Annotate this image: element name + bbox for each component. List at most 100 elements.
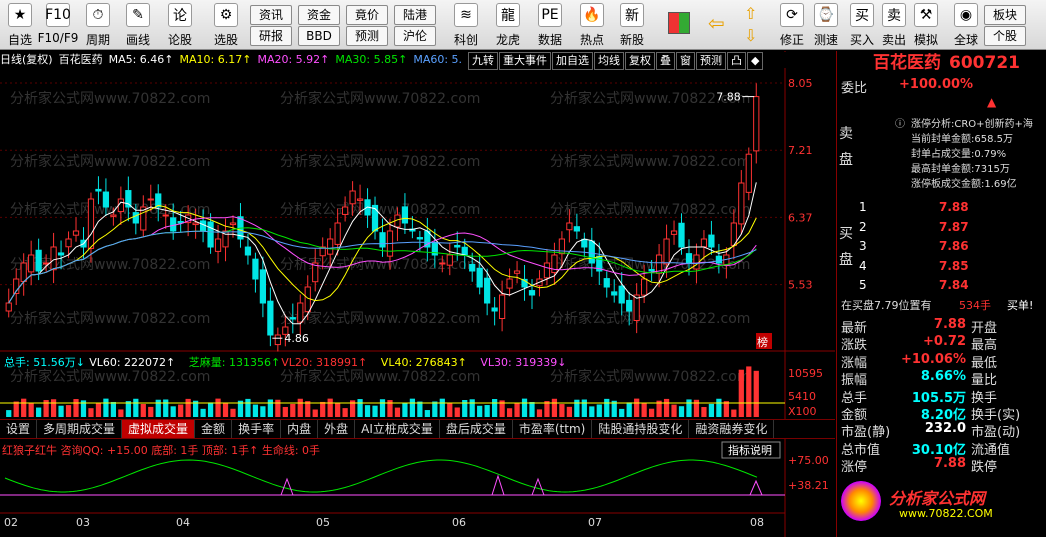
chart-tool-button-3[interactable]: 均线 <box>594 52 624 70</box>
bid-price[interactable]: 7.84 <box>939 278 969 292</box>
volume-bar <box>327 398 333 417</box>
chart-tool-button-1[interactable]: 重大事件 <box>499 52 551 70</box>
zt-analysis-line-3: 最高封单金额:7315万 <box>911 164 1010 175</box>
volume-bar <box>357 399 363 417</box>
price-axis-label: 7.21 <box>788 144 813 157</box>
chart-tool-button-5[interactable]: 叠 <box>656 52 675 70</box>
toolbar-small-button-9[interactable]: 个股 <box>984 26 1026 46</box>
bid-price[interactable]: 7.88 <box>939 200 969 214</box>
volume-bar <box>222 402 229 417</box>
indicator-tab-4[interactable]: 换手率 <box>232 420 282 438</box>
bid-price[interactable]: 7.85 <box>939 259 969 273</box>
candle-body <box>349 190 356 205</box>
bid-price[interactable]: 7.86 <box>939 239 969 253</box>
chart-tool-button-2[interactable]: 加自选 <box>552 52 593 70</box>
volume-bar <box>110 401 117 417</box>
candle-body <box>506 278 513 289</box>
candle-body <box>252 258 259 280</box>
toolbar-button-16[interactable]: ◉ 全球 <box>946 3 986 48</box>
toolbar-button-0[interactable]: ★ 自选 <box>0 3 40 48</box>
arrow-down-icon[interactable]: ⇩ <box>744 26 764 45</box>
toolbar-button-6[interactable]: ≋ 科创 <box>446 3 486 48</box>
stat-right-label: 换手(实) <box>971 408 1021 423</box>
indicator-tab-5[interactable]: 内盘 <box>281 420 319 438</box>
toolbar-button-3[interactable]: ✎ 画线 <box>118 3 158 48</box>
arrow-up-icon[interactable]: ⇧ <box>744 4 764 23</box>
volume-bar <box>305 401 311 417</box>
volume-bar <box>73 399 79 417</box>
queue-text: 在买盘7.79位置有 <box>841 299 932 312</box>
volume-bar <box>492 399 498 417</box>
chart-tool-button-4[interactable]: 复权 <box>625 52 655 70</box>
toolbar-button-10[interactable]: 新新股 <box>612 3 652 48</box>
chart-tool-button-0[interactable]: 九转 <box>468 52 498 70</box>
volume-bar <box>88 408 94 417</box>
ma-value-2: MA20: 5.92↑ <box>257 53 330 66</box>
toolbar-button-8[interactable]: PE 数据 <box>530 3 570 48</box>
toolbar-button-4[interactable]: 论论股 <box>160 3 200 48</box>
volume-bar <box>58 405 64 417</box>
vol-indicator-0: 总手: 51.56万↓ <box>4 355 85 369</box>
chart-tool-button-6[interactable]: 窗 <box>676 52 695 70</box>
indicator-tab-0[interactable]: 设置 <box>0 420 38 438</box>
watermark: 分析家公式网www.70822.com <box>280 90 480 107</box>
candle-body <box>199 220 207 232</box>
indicator-tab-1[interactable]: 多周期成交量 <box>37 420 123 438</box>
period-label[interactable]: 日线(复权) <box>0 53 53 66</box>
toolbar-small-button-6[interactable]: 陆港 <box>394 5 436 25</box>
indicator-tab-9[interactable]: 市盈率(ttm) <box>513 420 593 438</box>
indicator-tab-2[interactable]: 虚拟成交量 <box>122 420 196 438</box>
candle-body <box>102 191 110 208</box>
toolbar-button-label: 龙虎 <box>495 33 520 47</box>
watermark: 分析家公式网www.70822.com <box>550 368 750 385</box>
toolbar-button-9[interactable]: 🔥 热点 <box>572 3 612 48</box>
bid-price[interactable]: 7.87 <box>939 220 969 234</box>
info-icon[interactable]: ⓘ <box>895 115 905 130</box>
toolbar-button-12[interactable]: ⌚ 测速 <box>806 3 846 48</box>
volume-bar <box>21 398 27 417</box>
candle-body <box>267 300 274 336</box>
indicator-tab-3[interactable]: 金额 <box>195 420 233 438</box>
toolbar-small-button-5[interactable]: 预测 <box>346 26 388 46</box>
toolbar-button-7[interactable]: 龍龙虎 <box>488 3 528 48</box>
toolbar-small-button-2[interactable]: 资金 <box>298 5 340 25</box>
collapse-icon[interactable]: ▲ <box>987 95 996 109</box>
candle-body <box>641 278 648 296</box>
toolbar-button-5[interactable]: ⚙ 选股 <box>206 3 246 48</box>
arrow-left-icon[interactable]: ⇦ <box>708 12 732 34</box>
candle-body <box>416 237 423 240</box>
indicator-tab-6[interactable]: 外盘 <box>318 420 356 438</box>
toolbar-small-button-7[interactable]: 沪伦 <box>394 26 436 46</box>
chart-tool-button-8[interactable]: 凸 <box>727 52 746 70</box>
toolbar-button-15[interactable]: ⚒ 模拟 <box>906 3 946 48</box>
toolbar-small-button-1[interactable]: 研报 <box>250 26 292 46</box>
pencil-icon: ✎ <box>126 3 150 27</box>
volume-bar <box>634 398 640 417</box>
volume-bar <box>28 403 34 417</box>
toolbar-button-1[interactable]: F10 F10/F9 <box>38 3 78 48</box>
indicator-tab-7[interactable]: AI立桩成交量 <box>355 420 440 438</box>
stopwatch-icon: ⌚ <box>814 3 838 27</box>
kline-chart[interactable]: 8.05 7.21 6.37 5.53 分析家公式网www.70822.com 分析家公式… <box>0 51 835 537</box>
toolbar-small-button-4[interactable]: 竟价 <box>346 5 388 25</box>
toolbar-small-button-0[interactable]: 资讯 <box>250 5 292 25</box>
stat-label: 总市值 <box>841 442 881 458</box>
toolbar-small-button-8[interactable]: 板块 <box>984 5 1026 25</box>
volume-bar <box>753 370 759 417</box>
kechuang-icon: ≋ <box>454 3 478 27</box>
vol-indicator-1: VL60: 222072↑ <box>89 356 175 369</box>
indicator-help-label: 指标说明 <box>728 443 772 457</box>
chart-tool-button-7[interactable]: 预测 <box>696 52 726 70</box>
toolbar-button-label: 模拟 <box>913 33 938 47</box>
indicator-tab-8[interactable]: 盘后成交量 <box>440 420 513 438</box>
color-grid-icon[interactable] <box>668 12 690 34</box>
toolbar-small-button-3[interactable]: BBD <box>298 26 340 46</box>
stat-value: 232.0 <box>924 421 966 437</box>
chart-area[interactable]: 8.05 7.21 6.37 5.53 分析家公式网www.70822.com 分析家公式… <box>0 51 835 537</box>
watchlist-icon: ★ <box>8 3 32 27</box>
toolbar-button-2[interactable]: ⏱ 周期 <box>78 3 118 48</box>
candle-body <box>35 249 42 272</box>
indicator-tab-10[interactable]: 陆股通持股变化 <box>592 420 690 438</box>
indicator-tab-11[interactable]: 融资融券变化 <box>689 420 775 438</box>
chart-tool-button-9[interactable]: ◆ <box>747 52 764 70</box>
